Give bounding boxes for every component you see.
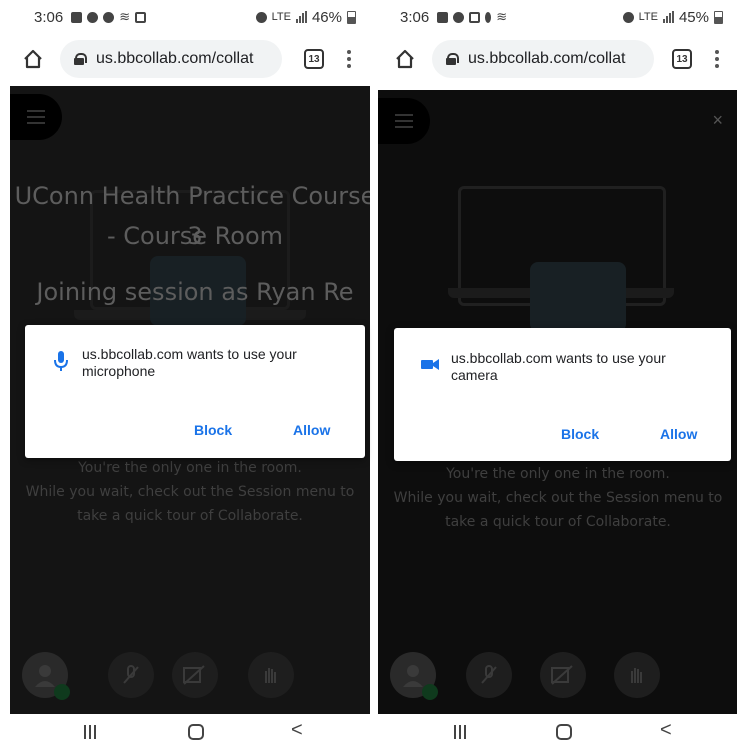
microphone-muted-icon	[481, 665, 497, 684]
settings-icon	[103, 11, 115, 23]
info-line2: While you wait, check out the Session me…	[393, 490, 723, 506]
battery-percent: 46%	[311, 8, 342, 26]
nav-home-button[interactable]	[188, 724, 204, 740]
allow-button[interactable]: Allow	[660, 426, 697, 442]
back-button[interactable]: <	[660, 719, 672, 742]
camera-toggle[interactable]	[540, 652, 586, 698]
microphone-muted-icon	[123, 665, 139, 684]
lock-icon	[74, 53, 87, 65]
recent-apps-button[interactable]	[454, 725, 466, 739]
status-time: 3:06	[400, 8, 430, 26]
recent-apps-button[interactable]	[84, 725, 96, 739]
session-title-line2: - Course Room	[106, 222, 284, 250]
network-type: LTE	[271, 11, 291, 23]
browser-toolbar: us.bbcollab.com/collat 13	[378, 34, 737, 84]
info-line1: You're the only one in the room.	[78, 460, 302, 476]
info-line3: take a quick tour of Collaborate.	[77, 508, 303, 524]
raise-hand-button[interactable]	[614, 652, 660, 698]
hand-icon	[265, 668, 276, 683]
illustration-shape	[530, 262, 626, 332]
my-status-button[interactable]	[390, 652, 438, 700]
url-text: us.bbcollab.com/collat	[96, 50, 254, 67]
wifi-icon: ≋	[119, 9, 131, 24]
battery-percent: 45%	[678, 8, 709, 26]
url-bar[interactable]: us.bbcollab.com/collat	[432, 40, 654, 78]
status-right: LTE 45%	[622, 8, 723, 26]
gallery-icon	[135, 11, 147, 23]
status-right: LTE 46%	[255, 8, 356, 26]
avatar-icon	[35, 665, 55, 687]
notification-icons: ≋	[437, 9, 507, 25]
message-icon	[71, 11, 83, 23]
status-time: 3:06	[34, 8, 64, 26]
session-controls	[378, 644, 737, 704]
mic-status-icon	[485, 11, 492, 23]
permission-message: us.bbcollab.com wants to use your microp…	[82, 346, 297, 379]
home-button[interactable]	[392, 46, 418, 72]
signal-icon	[295, 11, 307, 23]
back-button[interactable]: <	[291, 719, 303, 742]
app-icon	[87, 11, 99, 23]
message-icon	[437, 11, 449, 23]
notification-icons: ≋	[71, 9, 147, 25]
status-bar: 3:06 ≋ LTE 46%	[0, 0, 370, 34]
more-options-button[interactable]	[346, 50, 352, 68]
microphone-toggle[interactable]	[466, 652, 512, 698]
camera-off-icon	[183, 665, 205, 685]
home-icon	[396, 49, 414, 69]
url-text: us.bbcollab.com/collat	[468, 50, 626, 67]
session-menu-button[interactable]	[378, 98, 430, 144]
camera-toggle[interactable]	[172, 652, 218, 698]
android-nav-bar: <	[378, 714, 737, 749]
camera-off-icon	[551, 665, 573, 685]
session-controls	[10, 644, 370, 704]
camera-icon	[421, 359, 439, 370]
home-button[interactable]	[20, 46, 46, 72]
android-nav-bar: <	[0, 714, 370, 749]
home-icon	[24, 49, 42, 69]
waiting-info: You're the only one in the room. While y…	[378, 462, 737, 534]
microphone-icon	[54, 351, 68, 371]
info-line1: You're the only one in the room.	[446, 466, 670, 482]
browser-toolbar: us.bbcollab.com/collat 13	[0, 34, 370, 84]
status-bar: 3:06 ≋ LTE 45%	[378, 0, 737, 34]
allow-button[interactable]: Allow	[293, 422, 330, 438]
camera-permission-dialog: us.bbcollab.com wants to use your camera…	[394, 328, 731, 461]
tab-switcher-button[interactable]: 13	[304, 49, 324, 69]
lock-icon	[446, 53, 459, 65]
gallery-icon	[469, 11, 481, 23]
my-status-button[interactable]	[22, 652, 70, 700]
more-options-button[interactable]	[714, 50, 720, 68]
microphone-toggle[interactable]	[108, 652, 154, 698]
avatar-icon	[403, 665, 423, 687]
alarm-icon	[255, 11, 267, 23]
hand-icon	[631, 668, 642, 683]
signal-icon	[662, 11, 674, 23]
microphone-permission-dialog: us.bbcollab.com wants to use your microp…	[25, 325, 365, 458]
block-button[interactable]: Block	[561, 426, 599, 442]
alarm-icon	[622, 11, 634, 23]
wifi-icon: ≋	[496, 9, 508, 24]
block-button[interactable]: Block	[194, 422, 232, 438]
nav-home-button[interactable]	[556, 724, 572, 740]
raise-hand-button[interactable]	[248, 652, 294, 698]
battery-icon	[714, 10, 723, 24]
tab-switcher-button[interactable]: 13	[672, 49, 692, 69]
url-bar[interactable]: us.bbcollab.com/collat	[60, 40, 282, 78]
close-button[interactable]: ×	[712, 110, 723, 131]
session-menu-button[interactable]	[10, 94, 62, 140]
network-type: LTE	[638, 11, 658, 23]
app-icon	[453, 11, 465, 23]
joining-text: Joining session as Ryan Re	[36, 278, 354, 306]
waiting-info: You're the only one in the room. While y…	[10, 456, 370, 528]
battery-icon	[347, 10, 356, 24]
info-line2: While you wait, check out the Session me…	[25, 484, 355, 500]
permission-message: us.bbcollab.com wants to use your camera	[451, 350, 666, 383]
info-line3: take a quick tour of Collaborate.	[445, 514, 671, 530]
